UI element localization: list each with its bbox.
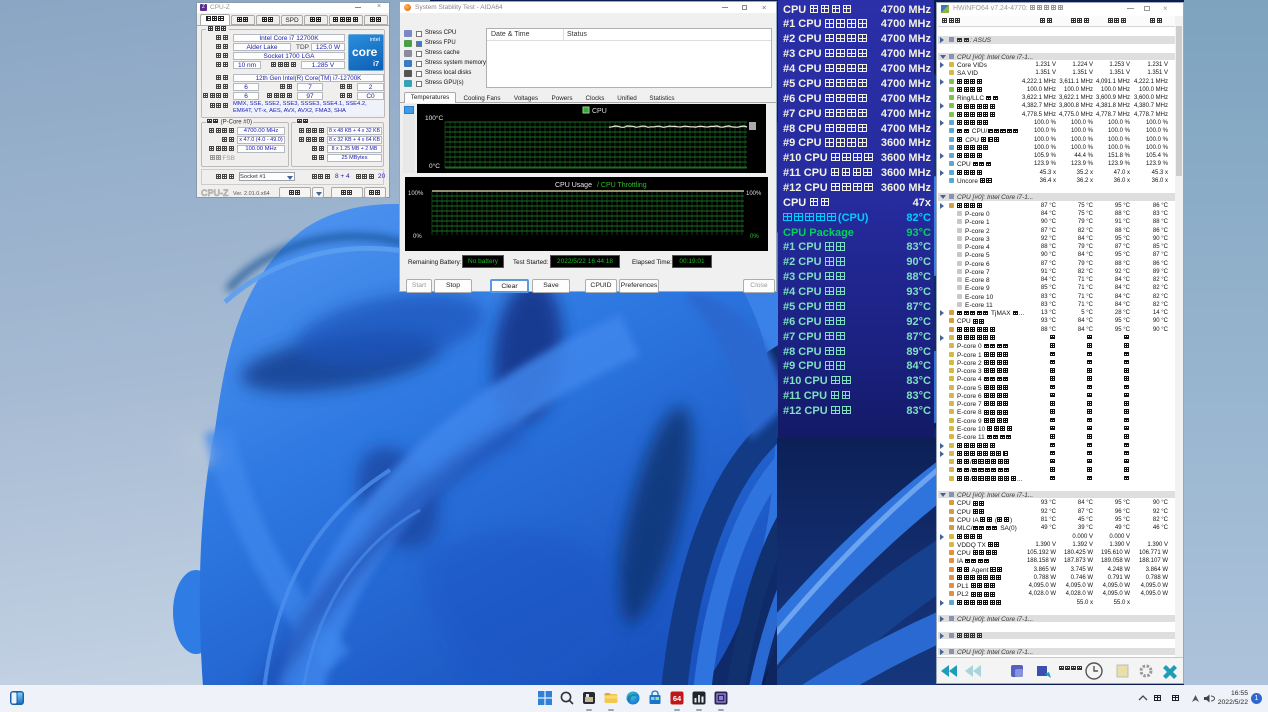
svg-text:CPU: CPU — [592, 108, 607, 115]
svg-text:64: 64 — [673, 694, 682, 703]
svg-text:CPU Usage: CPU Usage — [555, 182, 592, 189]
svg-text:100°C: 100°C — [425, 114, 443, 122]
svg-text:0%: 0% — [413, 234, 422, 240]
svg-text:100%: 100% — [746, 191, 762, 197]
svg-text:/ CPU Throttling: / CPU Throttling — [597, 182, 647, 189]
svg-text:0%: 0% — [750, 234, 759, 240]
svg-text:100%: 100% — [408, 191, 424, 197]
svg-text:0°C: 0°C — [429, 162, 440, 170]
